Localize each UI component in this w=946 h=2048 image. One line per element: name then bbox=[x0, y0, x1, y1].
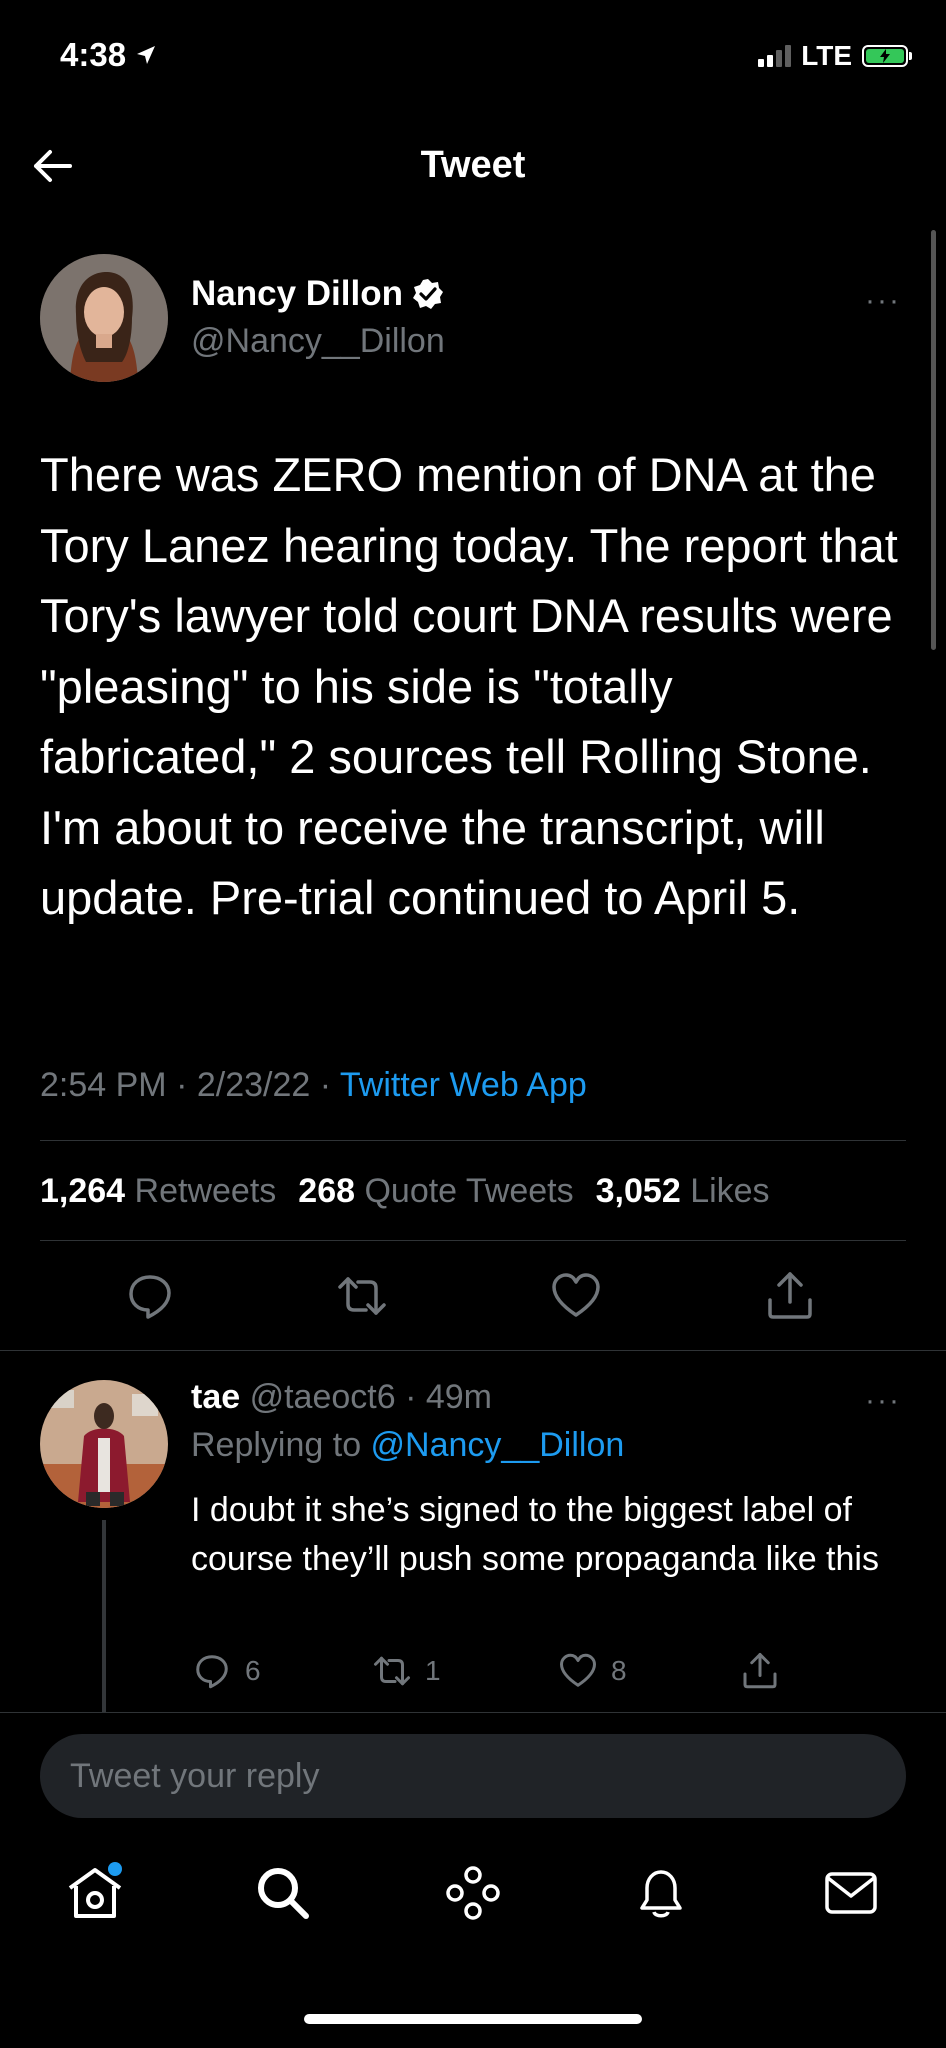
tweet-text: There was ZERO mention of DNA at the Tor… bbox=[40, 448, 898, 924]
share-icon bbox=[768, 1272, 812, 1319]
reply-text: I doubt it she’s signed to the biggest l… bbox=[191, 1491, 879, 1578]
signal-icon bbox=[758, 45, 792, 67]
bell-icon bbox=[640, 1870, 682, 1918]
reply-author-name[interactable]: tae bbox=[191, 1378, 240, 1416]
retweet-button[interactable] bbox=[334, 1268, 390, 1324]
status-time: 4:38 bbox=[60, 36, 158, 74]
location-arrow-icon bbox=[137, 46, 156, 64]
retweet-icon bbox=[338, 1277, 386, 1315]
tab-messages[interactable] bbox=[818, 1860, 884, 1926]
share-button[interactable] bbox=[762, 1268, 818, 1324]
tab-search[interactable] bbox=[250, 1860, 316, 1926]
reply-icon bbox=[196, 1655, 228, 1689]
verified-badge-icon bbox=[412, 279, 443, 309]
page-title: Tweet bbox=[420, 144, 526, 186]
reply-reply-button[interactable]: 6 bbox=[191, 1650, 261, 1692]
retweets-label: Retweets bbox=[134, 1172, 277, 1210]
tweet-source-link[interactable]: Twitter Web App bbox=[340, 1066, 587, 1104]
quote-tweets-stat[interactable]: 268 Quote Tweets bbox=[298, 1172, 573, 1211]
author-name-row[interactable]: Nancy Dillon bbox=[191, 274, 445, 314]
reply-like-count: 8 bbox=[611, 1655, 627, 1686]
quotes-count: 268 bbox=[298, 1172, 356, 1210]
quotes-label: Quote Tweets bbox=[364, 1172, 574, 1210]
spaces-icon bbox=[446, 1866, 500, 1920]
reply-more-options-icon[interactable]: ··· bbox=[865, 1384, 901, 1418]
tab-spaces[interactable] bbox=[440, 1860, 506, 1926]
replying-to-label: Replying to bbox=[191, 1426, 371, 1464]
scrollbar[interactable] bbox=[931, 230, 936, 650]
notification-dot bbox=[108, 1862, 122, 1876]
battery-icon bbox=[862, 45, 912, 67]
reply-time: · 49m bbox=[395, 1378, 492, 1416]
reply-author-handle[interactable]: @taeoct6 bbox=[250, 1378, 396, 1416]
likes-label: Likes bbox=[690, 1172, 770, 1210]
likes-count: 3,052 bbox=[595, 1172, 681, 1210]
reply-actions: 6 1 8 bbox=[191, 1650, 891, 1700]
share-icon bbox=[743, 1653, 777, 1689]
network-label: LTE bbox=[801, 40, 852, 71]
retweets-count: 1,264 bbox=[40, 1172, 126, 1210]
heart-icon bbox=[560, 1653, 596, 1687]
more-options-icon[interactable]: ··· bbox=[865, 284, 901, 318]
bottom-tab-bar bbox=[0, 1860, 946, 1940]
reply-button[interactable] bbox=[122, 1268, 178, 1324]
divider bbox=[40, 1240, 906, 1241]
replying-to-handle[interactable]: @Nancy__Dillon bbox=[371, 1426, 625, 1464]
retweets-stat[interactable]: 1,264 Retweets bbox=[40, 1172, 276, 1211]
home-indicator bbox=[304, 2014, 642, 2024]
reply-retweet-count: 1 bbox=[425, 1655, 441, 1686]
search-icon bbox=[258, 1868, 309, 1919]
author-name[interactable]: Nancy Dillon bbox=[191, 274, 403, 314]
reply-header: tae @taeoct6 · 49m bbox=[191, 1378, 492, 1417]
tweet-actions bbox=[40, 1268, 906, 1328]
author-avatar[interactable] bbox=[40, 254, 168, 382]
reply-icon bbox=[129, 1275, 171, 1319]
reply-retweet-button[interactable]: 1 bbox=[371, 1650, 441, 1692]
mail-icon bbox=[825, 1872, 877, 1914]
reply-author-avatar[interactable] bbox=[40, 1380, 168, 1508]
reply-reply-count: 6 bbox=[245, 1655, 261, 1686]
divider bbox=[40, 1140, 906, 1141]
tweet-meta: 2:54 PM · 2/23/22 · Twitter Web App bbox=[40, 1066, 587, 1105]
reply-composer[interactable] bbox=[40, 1734, 906, 1818]
retweet-icon bbox=[374, 1656, 410, 1686]
likes-stat[interactable]: 3,052 Likes bbox=[596, 1172, 770, 1211]
heart-icon bbox=[552, 1273, 600, 1317]
reply-like-button[interactable]: 8 bbox=[557, 1650, 627, 1692]
status-time-text: 4:38 bbox=[60, 36, 127, 73]
thread-line bbox=[102, 1520, 106, 1712]
tab-notifications[interactable] bbox=[628, 1860, 694, 1926]
author-handle[interactable]: @Nancy__Dillon bbox=[191, 322, 445, 361]
like-button[interactable] bbox=[548, 1268, 604, 1324]
divider bbox=[0, 1712, 946, 1713]
tweet-timestamp: 2:54 PM · 2/23/22 · bbox=[40, 1066, 340, 1104]
reply-input[interactable] bbox=[40, 1734, 840, 1818]
reply-share-button[interactable] bbox=[739, 1650, 781, 1692]
tweet-stats: 1,264 Retweets 268 Quote Tweets 3,052 Li… bbox=[40, 1172, 770, 1211]
tab-home[interactable] bbox=[62, 1860, 128, 1926]
replying-to: Replying to @Nancy__Dillon bbox=[191, 1426, 624, 1465]
divider bbox=[0, 1350, 946, 1351]
status-indicators: LTE bbox=[758, 40, 912, 72]
